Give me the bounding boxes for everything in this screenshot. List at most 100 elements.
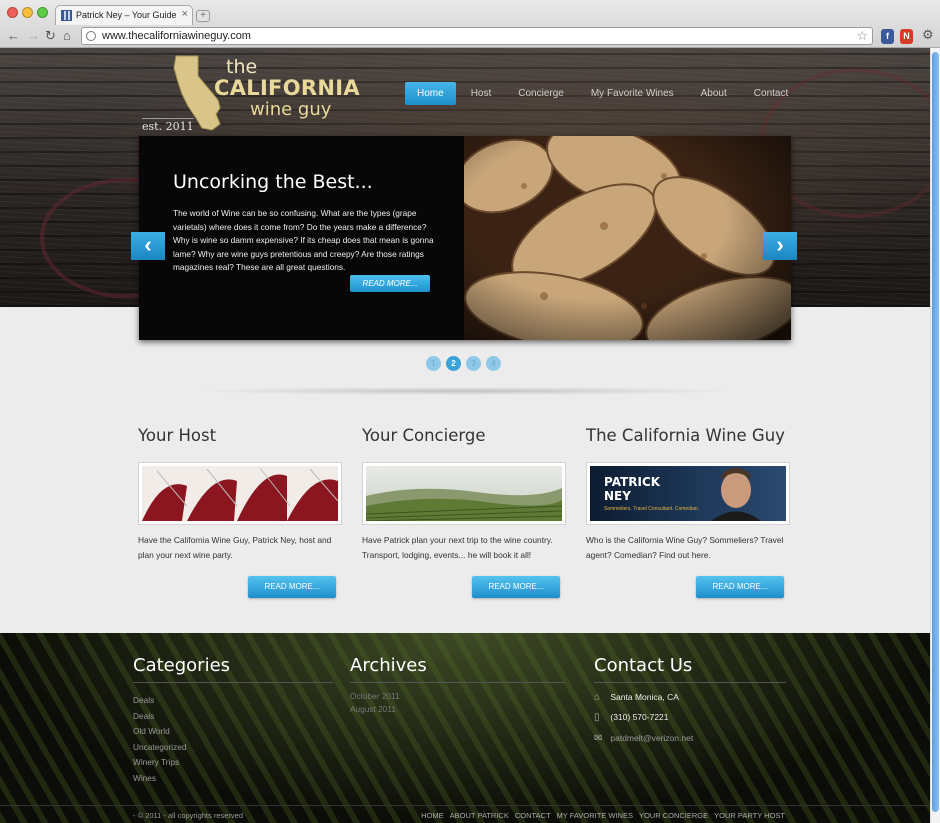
back-icon[interactable]: ←: [7, 29, 20, 42]
footer-link-concierge[interactable]: YOUR CONCIERGE: [639, 811, 708, 820]
favicon-icon: [61, 10, 72, 21]
slide-title: Uncorking the Best...: [173, 171, 373, 193]
wrench-icon[interactable]: ⚙: [922, 27, 934, 43]
vineyard-image: [366, 466, 562, 521]
section-divider: [190, 387, 740, 395]
feature-thumbnail[interactable]: [362, 462, 566, 525]
nav-concierge[interactable]: Concierge: [506, 82, 576, 105]
feature-title: The California Wine Guy: [586, 426, 785, 445]
concierge-read-more-button[interactable]: READ MORE...: [472, 576, 560, 598]
close-window-button[interactable]: [7, 7, 18, 18]
footer-link-about[interactable]: ABOUT PATRICK: [450, 811, 509, 820]
footer-link-favorite-wines[interactable]: MY FAVORITE WINES: [557, 811, 633, 820]
feature-title: Your Host: [138, 426, 217, 445]
contact-email: ✉ patdmelt@verizon.net: [594, 733, 693, 744]
host-read-more-button[interactable]: READ MORE...: [248, 576, 336, 598]
close-tab-icon[interactable]: ×: [182, 8, 188, 20]
page-viewport: the CALIFORNIA wine guy est. 2011 Home H…: [0, 48, 930, 823]
categories-list: Deals Deals Old World Uncategorized Wine…: [133, 693, 187, 786]
wine-guy-read-more-button[interactable]: READ MORE...: [696, 576, 784, 598]
nav-home[interactable]: Home: [405, 82, 456, 105]
category-link[interactable]: Uncategorized: [133, 740, 187, 756]
contact-heading: Contact Us: [594, 655, 693, 676]
nav-contact[interactable]: Contact: [742, 82, 800, 105]
feature-text: Have the California Wine Guy, Patrick Ne…: [138, 535, 332, 560]
contact-phone-text: (310) 570-7221: [610, 712, 669, 722]
maximize-window-button[interactable]: [37, 7, 48, 18]
slide-dot-1[interactable]: 1: [426, 356, 441, 371]
extension-icon[interactable]: N: [900, 29, 913, 44]
home-location-icon: ⌂: [594, 692, 601, 703]
browser-chrome: Patrick Ney – Your Guide to... × + ← → ↻…: [0, 0, 940, 48]
footer-link-home[interactable]: HOME: [421, 811, 444, 820]
footer-bottom-bar: - © 2011 - all copyrights reserved HOME …: [0, 805, 930, 823]
phone-icon: ▯: [594, 712, 600, 723]
logo-est: est. 2011: [142, 118, 194, 133]
chevron-right-icon[interactable]: ›: [763, 232, 797, 260]
category-link[interactable]: Deals: [133, 693, 187, 709]
site-footer: Categories Deals Deals Old World Uncateg…: [0, 633, 930, 823]
page-scrollbar[interactable]: [930, 48, 940, 823]
nav-about[interactable]: About: [689, 82, 739, 105]
site-header: the CALIFORNIA wine guy est. 2011 Home H…: [0, 48, 930, 340]
forward-icon[interactable]: →: [27, 29, 40, 42]
facebook-extension-icon[interactable]: f: [881, 29, 894, 44]
home-icon[interactable]: ⌂: [63, 29, 71, 42]
category-link[interactable]: Old World: [133, 724, 187, 740]
archives-heading: Archives: [350, 655, 427, 676]
patrick-ney-banner-image: PATRICK NEY Sommeliers. Travel Consultan…: [590, 466, 786, 521]
scrollbar-thumb[interactable]: [932, 52, 939, 812]
feature-concierge: Your Concierge Have Patrick plan your ne…: [362, 426, 566, 598]
site-logo[interactable]: the CALIFORNIA wine guy est. 2011: [140, 52, 360, 133]
feature-host: Your Host Have the California Wine Guy, …: [138, 426, 342, 598]
main-nav: Home Host Concierge My Favorite Wines Ab…: [405, 82, 803, 105]
footer-divider: [133, 682, 333, 683]
slide-caption: Uncorking the Best... The world of Wine …: [139, 136, 464, 340]
feature-thumbnail[interactable]: PATRICK NEY Sommeliers. Travel Consultan…: [586, 462, 790, 525]
archive-link[interactable]: August 2011: [350, 703, 400, 716]
slide-body: The world of Wine can be so confusing. W…: [173, 208, 434, 273]
slide-read-more-button[interactable]: READ MORE...: [350, 275, 430, 292]
wine-corks-image: [464, 136, 791, 340]
reload-icon[interactable]: ↻: [45, 29, 56, 42]
contact-location: ⌂ Santa Monica, CA: [594, 692, 679, 703]
feature-text: Have Patrick plan your next trip to the …: [362, 535, 553, 560]
banner-name-2: NEY: [604, 489, 631, 503]
feature-text: Who is the California Wine Guy? Sommelie…: [586, 535, 784, 560]
slide-dot-2[interactable]: 2: [446, 356, 461, 371]
browser-tab[interactable]: Patrick Ney – Your Guide to... ×: [55, 5, 193, 25]
logo-text-the: the: [226, 56, 258, 78]
new-tab-button[interactable]: +: [196, 10, 210, 22]
star-icon[interactable]: ☆: [856, 28, 868, 44]
logo-text-california: CALIFORNIA: [214, 76, 360, 100]
copyright-text: - © 2011 - all copyrights reserved: [133, 811, 244, 820]
feature-title: Your Concierge: [362, 426, 486, 445]
banner-name-1: PATRICK: [604, 475, 661, 489]
categories-heading: Categories: [133, 655, 231, 676]
feature-thumbnail[interactable]: [138, 462, 342, 525]
nav-my-favorite-wines[interactable]: My Favorite Wines: [579, 82, 686, 105]
category-link[interactable]: Wines: [133, 771, 187, 787]
archives-list: October 2011 August 2011: [350, 690, 400, 716]
footer-nav: HOME ABOUT PATRICK CONTACT MY FAVORITE W…: [421, 811, 785, 820]
footer-link-party-host[interactable]: YOUR PARTY HOST: [714, 811, 785, 820]
slide-dot-4[interactable]: 4: [486, 356, 501, 371]
archive-link[interactable]: October 2011: [350, 690, 400, 703]
contact-email-link[interactable]: patdmelt@verizon.net: [610, 733, 693, 743]
slider-pagination: 1 2 3 4: [426, 356, 501, 371]
logo-text-wine-guy: wine guy: [250, 99, 332, 120]
minimize-window-button[interactable]: [22, 7, 33, 18]
footer-divider: [350, 682, 565, 683]
footer-divider: [594, 682, 786, 683]
contact-location-text: Santa Monica, CA: [610, 692, 679, 702]
category-link[interactable]: Deals: [133, 709, 187, 725]
nav-host[interactable]: Host: [459, 82, 504, 105]
chevron-left-icon[interactable]: ‹: [131, 232, 165, 260]
wine-glasses-image: [142, 466, 338, 521]
slide-dot-3[interactable]: 3: [466, 356, 481, 371]
tab-title: Patrick Ney – Your Guide to...: [76, 10, 176, 20]
address-bar[interactable]: www.thecaliforniawineguy.com ☆: [81, 27, 873, 45]
category-link[interactable]: Winery Trips: [133, 755, 187, 771]
footer-link-contact[interactable]: CONTACT: [515, 811, 551, 820]
contact-phone: ▯ (310) 570-7221: [594, 712, 669, 723]
